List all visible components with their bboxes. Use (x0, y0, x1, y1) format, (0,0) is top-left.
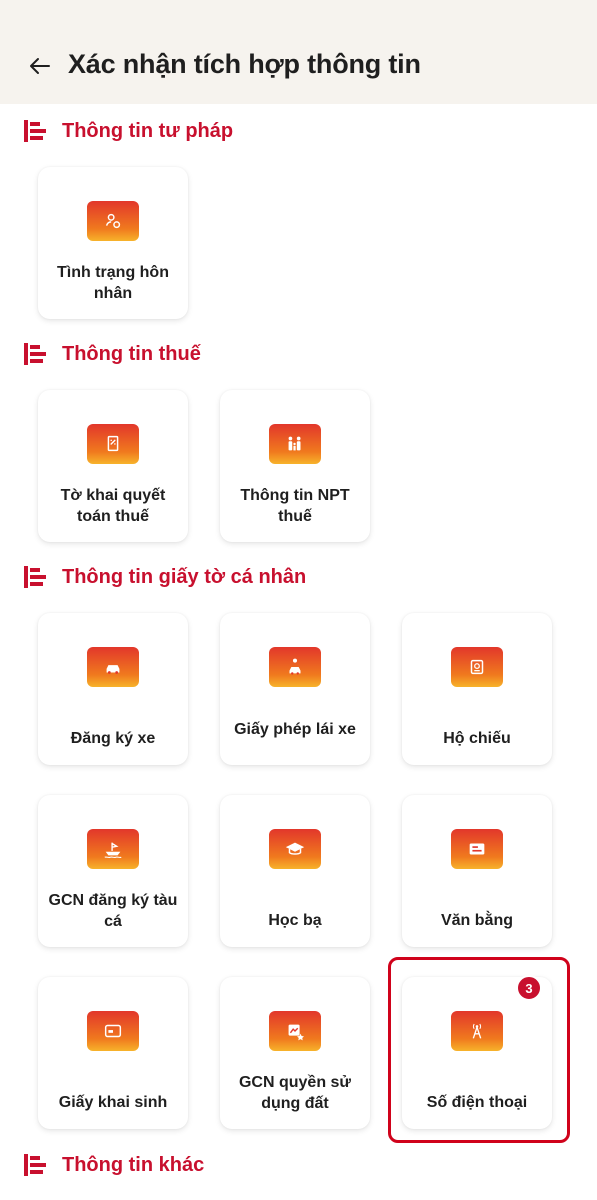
passport-icon (470, 659, 484, 675)
tile-school-record (269, 829, 321, 869)
card-fishing-boat[interactable]: GCN đăng ký tàu cá (38, 795, 188, 947)
tile-tax-settlement (87, 424, 139, 464)
tile-fishing-boat (87, 829, 139, 869)
tile-vehicle (87, 647, 139, 687)
card-label: GCN quyền sử dụng đất (238, 1074, 352, 1112)
notification-badge: 3 (516, 975, 542, 1001)
card-land-use[interactable]: GCN quyền sử dụng đất (220, 977, 370, 1129)
tile-phone-number (451, 1011, 503, 1051)
card-driving-license[interactable]: Giấy phép lái xe (220, 613, 370, 765)
list-bars-icon (24, 120, 46, 142)
card-marriage-status[interactable]: Tình trạng hôn nhân (38, 167, 188, 319)
family-icon (288, 436, 301, 451)
arrow-left-icon (30, 58, 50, 74)
list-bars-icon (24, 1154, 46, 1176)
card-birth-certificate[interactable]: Giấy khai sinh (38, 977, 188, 1129)
id-card-icon (104, 1024, 122, 1038)
tax-document-icon (107, 435, 119, 452)
tile-land-use (269, 1011, 321, 1051)
driver-car-icon (289, 658, 301, 675)
card-phone-number[interactable]: 3 Số điện thoại (402, 975, 552, 1129)
card-dependent-info[interactable]: Thông tin NPT thuế (220, 390, 370, 542)
boat-icon (104, 842, 122, 859)
card-school-record[interactable]: Học bạ (220, 795, 370, 947)
section-title-other: Thông tin khác (62, 1153, 205, 1176)
section-judicial-info: Thông tin tư pháp (24, 116, 233, 146)
section-other-info: Thông tin khác (24, 1150, 204, 1180)
card-label: Học bạ (268, 912, 322, 929)
section-title-tax: Thông tin thuế (62, 342, 201, 365)
card-label: Số điện thoại (426, 1094, 528, 1111)
card-passport[interactable]: Hộ chiếu (402, 613, 552, 765)
signal-tower-icon (472, 1023, 482, 1039)
list-bars-icon (24, 343, 46, 365)
card-diploma[interactable]: Văn bằng (402, 795, 552, 947)
graduation-cap-icon (285, 842, 305, 855)
couple-rings-icon (105, 213, 121, 229)
tile-dependent (269, 424, 321, 464)
certificate-icon (469, 843, 485, 855)
tile-birth-certificate (87, 1011, 139, 1051)
card-label: GCN đăng ký tàu cá (48, 892, 178, 930)
section-tax-info: Thông tin thuế (24, 339, 201, 369)
card-label: Tờ khai quyết toán thuế (60, 487, 166, 525)
top-bar: Xác nhận tích hợp thông tin (0, 0, 597, 104)
app-screen: Xác nhận tích hợp thông tin Thông tin tư… (0, 0, 597, 1200)
section-personal-documents: Thông tin giấy tờ cá nhân (24, 562, 306, 592)
card-tax-settlement[interactable]: Tờ khai quyết toán thuế (38, 390, 188, 542)
land-certificate-icon (288, 1024, 304, 1041)
list-bars-icon (24, 566, 46, 588)
card-vehicle-registration[interactable]: Đăng ký xe (38, 613, 188, 765)
tile-driving-license (269, 647, 321, 687)
section-title-judicial: Thông tin tư pháp (62, 119, 234, 142)
tile-diploma (451, 829, 503, 869)
card-label: Tình trạng hôn nhân (57, 264, 169, 302)
card-label: Văn bằng (440, 912, 513, 929)
car-icon (106, 665, 120, 674)
page-title: Xác nhận tích hợp thông tin (68, 49, 421, 79)
section-title-personal: Thông tin giấy tờ cá nhân (62, 565, 307, 588)
card-label: Thông tin NPT thuế (240, 487, 350, 525)
tile-passport (451, 647, 503, 687)
card-label: Giấy phép lái xe (234, 720, 356, 738)
tile-marriage (87, 201, 139, 241)
back-button[interactable] (26, 52, 54, 80)
card-label: Hộ chiếu (443, 730, 511, 747)
card-label: Giấy khai sinh (58, 1094, 168, 1111)
card-label: Đăng ký xe (70, 730, 156, 747)
